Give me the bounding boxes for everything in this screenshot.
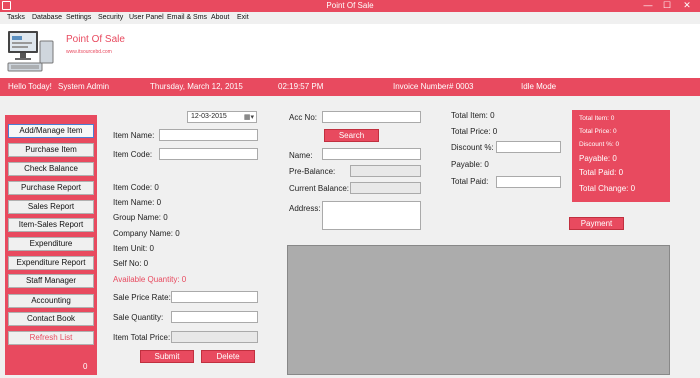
check-balance-button[interactable]: Check Balance [8,162,94,176]
discount-label: Discount %: [451,143,494,152]
menu-tasks[interactable]: Tasks [7,14,25,21]
calendar-icon[interactable]: ▦▾ [244,113,254,121]
discount-input[interactable] [496,141,561,153]
info-company-name: Company Name: 0 [113,229,180,238]
pre-balance-label: Pre-Balance: [289,167,336,176]
brand-name: Point Of Sale [66,34,125,45]
monitor-pos-icon [7,31,54,72]
brand-url[interactable]: www.itsourcebd.com [66,49,112,55]
menu-security[interactable]: Security [98,14,123,21]
expenditure-button[interactable]: Expenditure [8,237,94,251]
sales-report-button[interactable]: Sales Report [8,200,94,214]
close-button[interactable]: ✕ [679,0,695,12]
refresh-list-button[interactable]: Refresh List [8,331,94,345]
item-total-price-field [171,331,258,343]
menu-user-panel[interactable]: User Panel [129,14,164,21]
maximize-button[interactable]: ☐ [659,0,675,12]
title-bar: Point Of Sale — ☐ ✕ [0,0,700,12]
item-total-price-label: Item Total Price: [113,333,171,342]
accounting-button[interactable]: Accounting [8,294,94,308]
item-code-input[interactable] [159,148,258,160]
window-title: Point Of Sale [326,1,374,10]
expenditure-report-button[interactable]: Expenditure Report [8,256,94,270]
sale-price-input[interactable] [171,291,258,303]
total-paid-label: Total Paid: [451,177,489,186]
item-sales-report-button[interactable]: Item-Sales Report [8,218,94,232]
current-time: 02:19:57 PM [278,82,324,91]
summary-total-paid: Total Paid: 0 [579,168,624,177]
summary-total-price: Total Price: 0 [579,128,617,135]
delete-button[interactable]: Delete [201,350,255,363]
menu-exit[interactable]: Exit [237,14,249,21]
summary-total-change: Total Change: 0 [579,184,636,193]
contact-book-button[interactable]: Contact Book [8,312,94,326]
summary-panel: Total Item: 0 Total Price: 0 Discount %:… [572,110,670,202]
sidebar: Add/Manage Item Purchase Item Check Bala… [5,115,97,375]
menu-bar: Tasks Database Settings Security User Pa… [0,12,700,24]
info-item-name: Item Name: 0 [113,198,162,207]
address-label: Address: [289,204,321,213]
available-quantity: Available Quantity: 0 [113,275,187,284]
summary-payable: Payable: 0 [579,154,617,163]
item-name-input[interactable] [159,129,258,141]
current-balance-label: Current Balance: [289,184,350,193]
customer-name-label: Name: [289,151,313,160]
address-input[interactable] [322,201,421,230]
user-name: System Admin [58,82,110,91]
menu-database[interactable]: Database [32,14,62,21]
menu-about[interactable]: About [211,14,229,21]
submit-button[interactable]: Submit [140,350,194,363]
summary-total-item: Total Item: 0 [579,115,615,122]
summary-discount: Discount %: 0 [579,141,620,148]
minimize-button[interactable]: — [640,0,656,12]
sale-quantity-input[interactable] [171,311,258,323]
banner: Point Of Sale www.itsourcebd.com [0,24,700,78]
sale-quantity-label: Sale Quantity: [113,313,164,322]
sales-grid[interactable] [287,245,670,375]
purchase-report-button[interactable]: Purchase Report [8,181,94,195]
add-manage-item-button[interactable]: Add/Manage Item [8,124,94,138]
pre-balance-field [350,165,421,177]
payment-button[interactable]: Payment [569,217,624,230]
total-price: Total Price: 0 [451,127,498,136]
date-picker[interactable]: 12-03-2015 ▦▾ [187,111,257,123]
info-item-unit: Item Unit: 0 [113,244,154,253]
item-code-label: Item Code: [113,150,153,159]
acc-no-label: Acc No: [289,113,318,122]
search-button[interactable]: Search [324,129,379,142]
info-item-code: Item Code: 0 [113,183,159,192]
customer-name-input[interactable] [322,148,421,160]
menu-email-sms[interactable]: Email & Sms [167,14,207,21]
greeting: Hello Today! [8,82,52,91]
current-balance-field [350,182,421,194]
staff-manager-button[interactable]: Staff Manager [8,274,94,288]
status-bar: Hello Today! System Admin Thursday, Marc… [0,78,700,96]
purchase-item-button[interactable]: Purchase Item [8,143,94,157]
sale-price-label: Sale Price Rate: [113,293,171,302]
info-self-no: Self No: 0 [113,259,149,268]
invoice-number: Invoice Number# 0003 [393,82,474,91]
sidebar-count: 0 [83,362,88,371]
mode-status: Idle Mode [521,82,557,91]
info-group-name: Group Name: 0 [113,213,168,222]
menu-settings[interactable]: Settings [66,14,91,21]
payable: Payable: 0 [451,160,489,169]
total-paid-input[interactable] [496,176,561,188]
date-value: 12-03-2015 [191,113,227,120]
item-name-label: Item Name: [113,131,155,140]
acc-no-input[interactable] [322,111,421,123]
current-date: Thursday, March 12, 2015 [150,82,243,91]
total-item: Total Item: 0 [451,111,495,120]
